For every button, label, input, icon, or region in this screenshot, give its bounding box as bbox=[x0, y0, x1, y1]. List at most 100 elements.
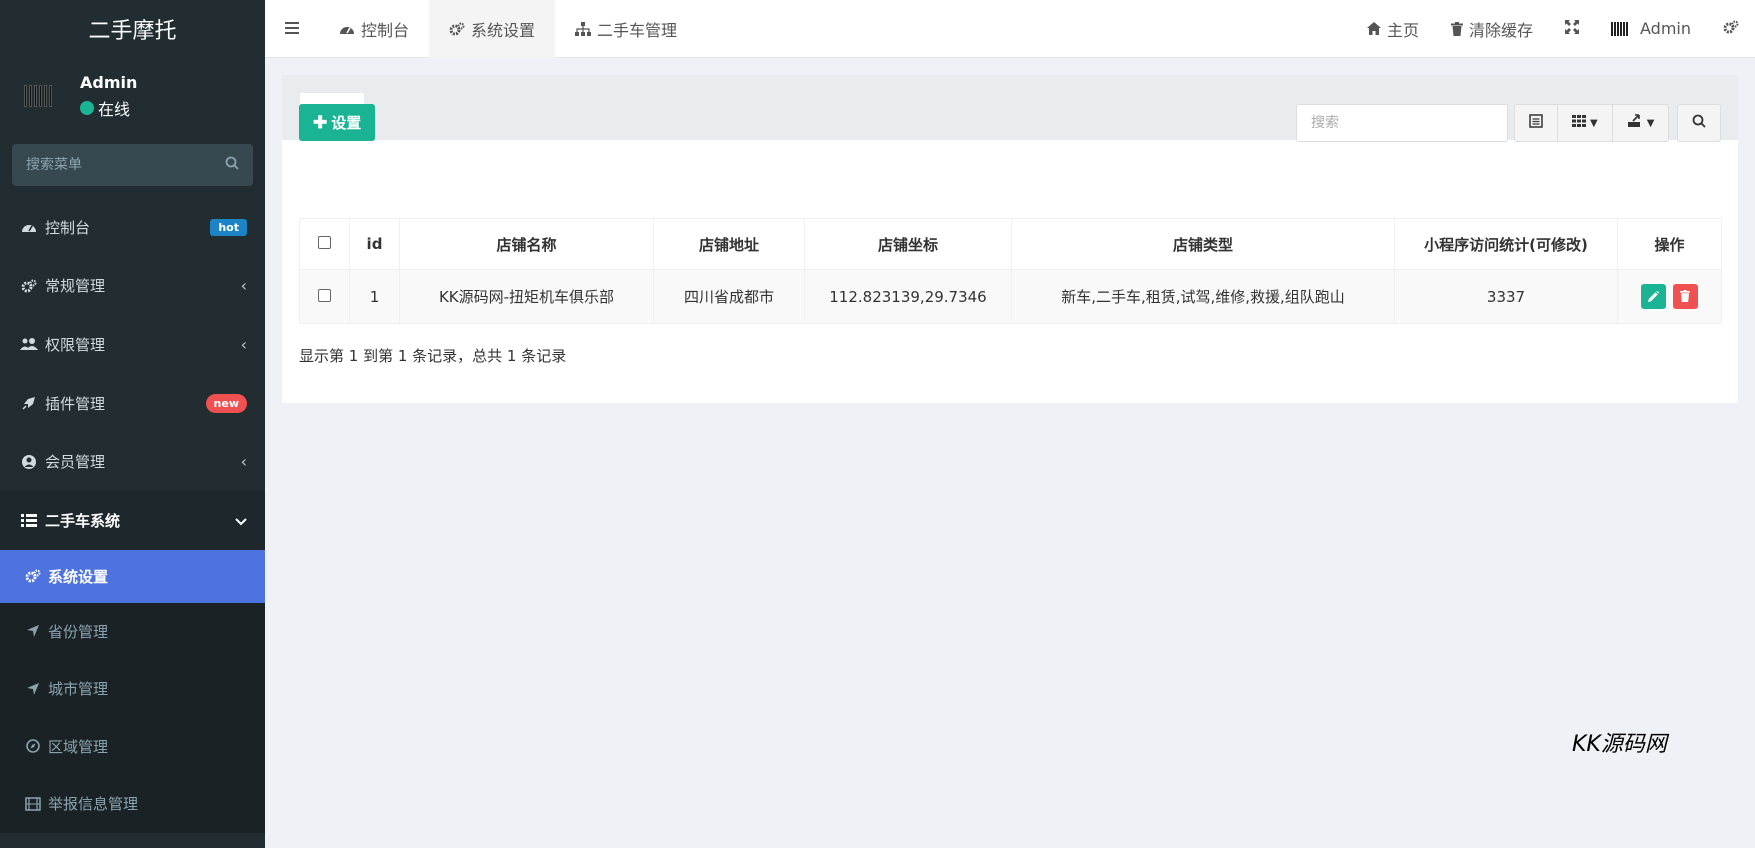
user-name: Admin bbox=[80, 72, 138, 92]
cogs-icon bbox=[1723, 19, 1739, 38]
row-select-cell bbox=[299, 269, 350, 324]
sidebar-subitem-settings[interactable]: 系统设置 bbox=[0, 549, 265, 603]
sidebar-item-general[interactable]: 常规管理 ‹ bbox=[0, 257, 265, 316]
sidebar-item-members[interactable]: 会员管理 ‹ bbox=[0, 432, 265, 491]
cell-store-coords: 112.823139,29.7346 bbox=[804, 269, 1012, 324]
trash-icon bbox=[1680, 288, 1691, 306]
tab-usedcar[interactable]: 二手车管理 bbox=[555, 0, 697, 58]
sidebar-item-plugins[interactable]: 插件管理 new bbox=[0, 374, 265, 433]
chevron-left-icon: ‹ bbox=[240, 334, 247, 354]
sidebar-subitem-reports[interactable]: 举报信息管理 bbox=[0, 775, 265, 833]
home-link[interactable]: 主页 bbox=[1351, 0, 1435, 58]
submenu: 系统设置 省份管理 城市管理 区域管理 举报信息管理 bbox=[0, 549, 265, 833]
list-alt-icon bbox=[1529, 114, 1543, 132]
caret-down-icon: ▼ bbox=[1646, 117, 1655, 129]
control-sidebar-button[interactable] bbox=[1707, 0, 1755, 58]
edit-button[interactable] bbox=[1641, 284, 1667, 309]
data-table: id 店铺名称 店铺地址 店铺坐标 店铺类型 小程序访问统计(可修改) 操作 1… bbox=[299, 218, 1722, 324]
add-setting-button[interactable]: ✚ 设置 bbox=[299, 104, 376, 141]
pagination-info: 显示第 1 到第 1 条记录，总共 1 条记录 bbox=[299, 347, 567, 365]
chevron-left-icon: ‹ bbox=[240, 276, 247, 296]
admin-label: Admin bbox=[1640, 19, 1691, 38]
cell-store-type: 新车,二手车,租赁,试驾,维修,救援,组队跑山 bbox=[1011, 269, 1395, 324]
tab-settings[interactable]: 系统设置 bbox=[429, 0, 556, 58]
fullscreen-icon bbox=[1565, 19, 1579, 38]
cell-store-name: KK源码网-扭矩机车俱乐部 bbox=[399, 269, 654, 324]
clear-cache-button[interactable]: 清除缓存 bbox=[1435, 0, 1549, 58]
user-status: 在线 bbox=[80, 96, 137, 120]
dashboard-icon bbox=[20, 220, 38, 234]
user-circle-icon bbox=[20, 454, 38, 470]
column-header[interactable]: 店铺名称 bbox=[399, 218, 654, 270]
plus-icon: ✚ bbox=[313, 112, 328, 132]
select-all-cell bbox=[299, 218, 350, 270]
sidebar-item-label: 插件管理 bbox=[45, 394, 106, 413]
sidebar-item-label: 二手车系统 bbox=[45, 511, 121, 530]
export-button[interactable]: ▼ bbox=[1613, 105, 1669, 141]
chevron-left-icon: ‹ bbox=[240, 452, 247, 472]
column-header[interactable]: 店铺类型 bbox=[1011, 218, 1395, 270]
content-panel: 全部 ✚ 设置 ▼ ▼ id 店铺名称 店铺地址 店铺坐标 店铺 bbox=[282, 75, 1738, 403]
sidebar-toggle-button[interactable] bbox=[265, 0, 319, 58]
cell-id: 1 bbox=[349, 269, 400, 324]
tab-dashboard[interactable]: 控制台 bbox=[319, 0, 429, 58]
export-icon bbox=[1627, 114, 1643, 132]
column-header: 操作 bbox=[1617, 218, 1722, 270]
tab-label: 二手车管理 bbox=[597, 20, 678, 40]
sidebar-subitem-area[interactable]: 区域管理 bbox=[0, 718, 265, 776]
delete-button[interactable] bbox=[1672, 284, 1698, 309]
tab-label: 系统设置 bbox=[471, 20, 536, 40]
search-icon[interactable] bbox=[225, 156, 239, 174]
status-text: 在线 bbox=[98, 99, 131, 119]
sidebar-item-auth[interactable]: 权限管理 ‹ bbox=[0, 315, 265, 374]
table-row: 1 KK源码网-扭矩机车俱乐部 四川省成都市 112.823139,29.734… bbox=[299, 269, 1722, 324]
menu-search bbox=[12, 144, 253, 186]
dashboard-icon bbox=[339, 22, 355, 36]
sidebar-item-label: 权限管理 bbox=[45, 335, 106, 354]
sidebar-subitem-province[interactable]: 省份管理 bbox=[0, 603, 265, 661]
home-icon bbox=[1366, 22, 1381, 35]
grid-icon bbox=[1572, 114, 1586, 132]
sidebar-item-label: 常规管理 bbox=[45, 277, 106, 296]
cell-actions bbox=[1617, 269, 1722, 324]
table-tools: ▼ ▼ bbox=[1514, 104, 1670, 142]
fullscreen-button[interactable] bbox=[1549, 0, 1595, 58]
cell-visit-count: 3337 bbox=[1394, 269, 1618, 324]
sidebar: 二手摩托 Admin 在线 控制台 hot 常规管理 ‹ 权限管理 ‹ 插件管理… bbox=[0, 0, 265, 848]
hot-badge: hot bbox=[210, 218, 247, 236]
user-menu[interactable]: Admin bbox=[1595, 0, 1707, 58]
select-all-checkbox[interactable] bbox=[318, 236, 331, 249]
column-header[interactable]: 店铺坐标 bbox=[804, 218, 1012, 270]
toolbar bbox=[282, 140, 1738, 220]
menu-search-input[interactable] bbox=[26, 157, 225, 173]
row-checkbox[interactable] bbox=[318, 288, 331, 302]
users-icon bbox=[20, 337, 38, 351]
columns-button[interactable]: ▼ bbox=[1558, 105, 1613, 141]
sidebar-subitem-label: 省份管理 bbox=[48, 622, 109, 641]
brand-title[interactable]: 二手摩托 bbox=[0, 0, 265, 57]
list-icon bbox=[20, 513, 38, 528]
user-panel: Admin 在线 bbox=[0, 57, 265, 135]
cell-store-address: 四川省成都市 bbox=[653, 269, 805, 324]
top-header: 控制台 系统设置 二手车管理 主页 清除缓存 Admin bbox=[265, 0, 1755, 58]
sidebar-item-label: 会员管理 bbox=[45, 453, 106, 472]
toggle-view-button[interactable] bbox=[1515, 105, 1558, 141]
sidebar-subitem-label: 区域管理 bbox=[48, 737, 109, 756]
search-icon bbox=[1692, 114, 1706, 132]
cogs-icon bbox=[20, 279, 38, 293]
pencil-icon bbox=[1648, 288, 1660, 306]
sidebar-subitem-label: 系统设置 bbox=[48, 567, 109, 586]
chevron-down-icon bbox=[235, 511, 247, 530]
column-header[interactable]: 小程序访问统计(可修改) bbox=[1394, 218, 1618, 270]
search-button[interactable] bbox=[1677, 104, 1721, 142]
column-header[interactable]: id bbox=[349, 218, 400, 270]
sidebar-subitem-city[interactable]: 城市管理 bbox=[0, 660, 265, 718]
cogs-icon bbox=[24, 569, 42, 583]
sidebar-item-usedcar[interactable]: 二手车系统 bbox=[0, 490, 265, 550]
hamburger-icon bbox=[285, 19, 299, 38]
table-search-input[interactable] bbox=[1296, 104, 1508, 142]
watermark-text: KK源码网 bbox=[1572, 732, 1667, 757]
clear-cache-label: 清除缓存 bbox=[1468, 20, 1533, 40]
sidebar-item-dashboard[interactable]: 控制台 hot bbox=[0, 198, 265, 257]
column-header[interactable]: 店铺地址 bbox=[653, 218, 805, 270]
